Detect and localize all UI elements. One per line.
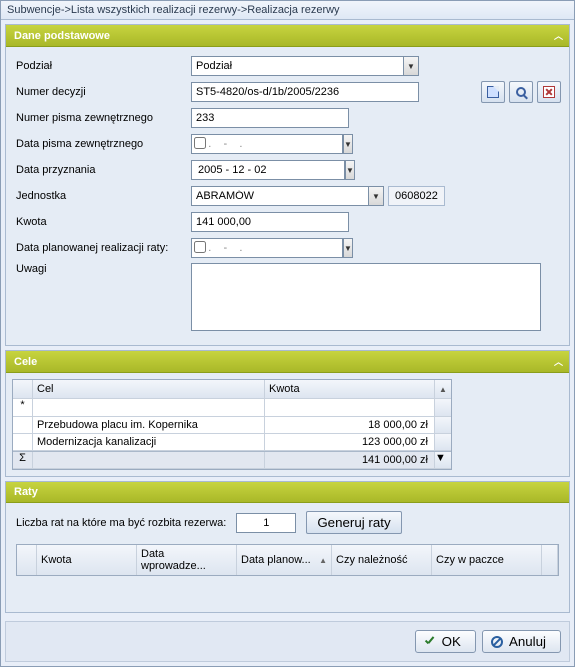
- input-numer-pisma[interactable]: [191, 108, 349, 128]
- dropdown-icon[interactable]: ▼: [403, 56, 419, 76]
- delete-icon: [543, 86, 555, 98]
- panel-cele-title: Cele: [14, 356, 37, 368]
- date-plan-input[interactable]: [191, 238, 343, 258]
- row-marker: [13, 434, 33, 450]
- col-kwota[interactable]: Kwota: [265, 380, 435, 398]
- label-jednostka: Jednostka: [16, 190, 191, 202]
- jednostka-code: 0608022: [388, 186, 445, 206]
- input-numer-decyzji[interactable]: [191, 82, 419, 102]
- date-pisma-input[interactable]: [191, 134, 343, 154]
- panel-raty-header[interactable]: Raty: [6, 482, 569, 503]
- search-icon: [516, 87, 526, 97]
- search-button[interactable]: [509, 81, 533, 103]
- dropdown-icon[interactable]: ▼: [343, 134, 353, 154]
- label-data-przyznania: Data przyznania: [16, 164, 191, 176]
- collapse-icon[interactable]: ︿: [554, 29, 561, 42]
- col-data-plan[interactable]: Data planow...▲: [237, 545, 332, 575]
- grid-cele[interactable]: Cel Kwota ▲ * Przebudowa placu i: [12, 379, 452, 470]
- input-raty-count[interactable]: [236, 513, 296, 533]
- scroll-down-icon[interactable]: ▼: [435, 452, 451, 468]
- date-przyznania[interactable]: ▼: [191, 160, 349, 180]
- panel-basic: Dane podstawowe ︿ Podział ▼ Numer decyzj…: [5, 24, 570, 346]
- date-plan[interactable]: ▼: [191, 238, 349, 258]
- cell-cel: Przebudowa placu im. Kopernika: [33, 417, 265, 433]
- cell-cel: Modernizacja kanalizacji: [33, 434, 265, 450]
- row-marker: [13, 417, 33, 433]
- breadcrumb: Subwencje->Lista wszystkich realizacji r…: [1, 1, 574, 20]
- panel-cele: Cele ︿ Cel Kwota ▲ *: [5, 350, 570, 477]
- cancel-icon: [491, 636, 503, 648]
- date-pisma-check[interactable]: [194, 137, 206, 149]
- document-icon: [487, 86, 499, 98]
- cell-kwota: 18 000,00 zł: [265, 417, 435, 433]
- panel-raty: Raty Liczba rat na które ma być rozbita …: [5, 481, 570, 613]
- label-numer-pisma: Numer pisma zewnętrznego: [16, 112, 191, 124]
- doc-button[interactable]: [481, 81, 505, 103]
- label-numer-decyzji: Numer decyzji: [16, 86, 191, 98]
- scrollbar[interactable]: [435, 399, 451, 416]
- date-pisma[interactable]: ▼: [191, 134, 349, 154]
- label-uwagi: Uwagi: [16, 263, 191, 275]
- collapse-icon[interactable]: ︿: [554, 355, 561, 368]
- scroll-up-icon[interactable]: ▲: [435, 380, 451, 398]
- col-rest: [542, 545, 558, 575]
- cell-cel[interactable]: [33, 399, 265, 416]
- panel-raty-title: Raty: [14, 486, 38, 498]
- row-sigma: Σ: [13, 452, 33, 468]
- delete-button[interactable]: [537, 81, 561, 103]
- input-jednostka[interactable]: [191, 186, 368, 206]
- button-bar: OK Anuluj: [5, 621, 570, 662]
- dropdown-icon[interactable]: ▼: [345, 160, 355, 180]
- dropdown-icon[interactable]: ▼: [343, 238, 353, 258]
- col-marker[interactable]: [13, 380, 33, 398]
- ok-button[interactable]: OK: [415, 630, 476, 653]
- label-raty-count: Liczba rat na które ma być rozbita rezer…: [16, 517, 226, 529]
- combo-jednostka[interactable]: ▼: [191, 186, 384, 206]
- textarea-uwagi[interactable]: [191, 263, 541, 331]
- panel-basic-header[interactable]: Dane podstawowe ︿: [6, 25, 569, 47]
- col-kwota[interactable]: Kwota: [37, 545, 137, 575]
- table-row[interactable]: Modernizacja kanalizacji 123 000,00 zł: [13, 434, 451, 451]
- cancel-button[interactable]: Anuluj: [482, 630, 561, 653]
- table-row[interactable]: Przebudowa placu im. Kopernika 18 000,00…: [13, 417, 451, 434]
- date-plan-check[interactable]: [194, 241, 206, 253]
- col-marker[interactable]: [17, 545, 37, 575]
- cell-kwota[interactable]: [265, 399, 435, 416]
- input-kwota[interactable]: [191, 212, 349, 232]
- label-data-plan: Data planowanej realizacji raty:: [16, 242, 191, 254]
- cancel-label: Anuluj: [509, 634, 546, 649]
- dropdown-icon[interactable]: ▼: [368, 186, 384, 206]
- row-star: *: [13, 399, 33, 416]
- ok-label: OK: [442, 634, 461, 649]
- grid-raty-header[interactable]: Kwota Data wprowadze... Data planow...▲ …: [16, 544, 559, 576]
- sum-value: 141 000,00 zł: [265, 452, 435, 468]
- sum-label: [33, 452, 265, 468]
- col-czy-paczka[interactable]: Czy w paczce: [432, 545, 542, 575]
- col-data-wprow[interactable]: Data wprowadze...: [137, 545, 237, 575]
- scrollbar[interactable]: [435, 434, 451, 450]
- label-data-pisma: Data pisma zewnętrznego: [16, 138, 191, 150]
- label-podzial: Podział: [16, 60, 191, 72]
- label-kwota: Kwota: [16, 216, 191, 228]
- col-czy-nal[interactable]: Czy należność: [332, 545, 432, 575]
- check-icon: [424, 636, 436, 648]
- panel-cele-header[interactable]: Cele ︿: [6, 351, 569, 373]
- sort-icon[interactable]: ▲: [319, 556, 327, 565]
- input-podzial[interactable]: [191, 56, 403, 76]
- cell-kwota: 123 000,00 zł: [265, 434, 435, 450]
- col-cel[interactable]: Cel: [33, 380, 265, 398]
- scrollbar[interactable]: [435, 417, 451, 433]
- panel-basic-title: Dane podstawowe: [14, 30, 110, 42]
- date-przyznania-input[interactable]: [191, 160, 345, 180]
- generate-button[interactable]: Generuj raty: [306, 511, 401, 534]
- combo-podzial[interactable]: ▼: [191, 56, 419, 76]
